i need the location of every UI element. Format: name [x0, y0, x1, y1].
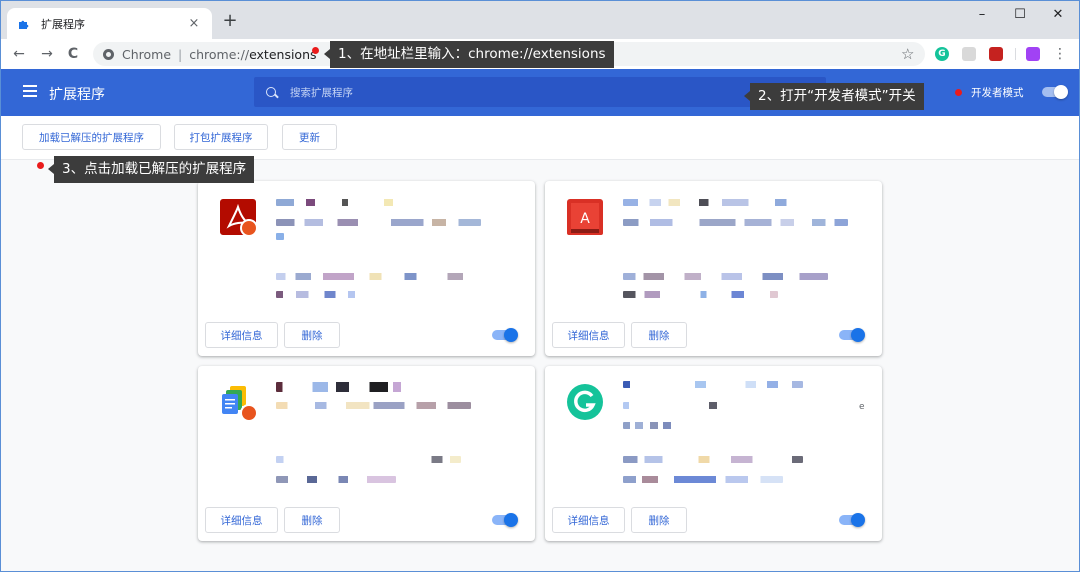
blurred-id	[276, 456, 461, 463]
tab-strip: 扩展程序 × + – ☐ ✕	[1, 1, 1079, 39]
dev-mode-label: 开发者模式	[971, 87, 1024, 99]
blurred-name	[623, 381, 803, 388]
remove-button[interactable]: 删除	[284, 507, 340, 533]
maximize-button[interactable]: ☐	[1001, 5, 1039, 25]
annotation-dot	[37, 162, 44, 169]
url-host: extensions	[249, 46, 317, 62]
blurred-description	[276, 402, 471, 409]
blurred-description	[623, 422, 673, 429]
blurred-id	[623, 456, 803, 463]
puzzle-icon	[17, 17, 31, 31]
details-button[interactable]: 详细信息	[205, 507, 278, 533]
grammarly-toolbar-icon[interactable]: G	[935, 47, 949, 61]
blurred-id	[623, 273, 828, 280]
annotation-step1: 1、在地址栏里输入：chrome://extensions	[324, 41, 614, 68]
details-button[interactable]: 详细信息	[552, 322, 625, 348]
url-scheme: chrome://	[189, 46, 250, 62]
minimize-button[interactable]: –	[963, 5, 1001, 25]
docs-offline-icon	[220, 384, 258, 422]
details-button[interactable]: 详细信息	[552, 507, 625, 533]
chrome-site-icon	[103, 48, 114, 60]
browser-window: 扩展程序 × + – ☐ ✕ ← → C Chrome | chrome://e…	[0, 0, 1080, 572]
pdf-reader-icon: A	[567, 199, 603, 235]
enable-toggle[interactable]	[839, 513, 865, 527]
blurred-name	[276, 382, 406, 392]
omnibox-separator: |	[178, 46, 183, 62]
back-button[interactable]: ←	[9, 44, 29, 64]
search-icon	[266, 87, 276, 97]
pdf-toolbar-icon[interactable]	[962, 47, 976, 61]
unpacked-badge-icon	[240, 404, 258, 422]
blurred-id	[276, 476, 396, 483]
tab-close-icon[interactable]: ×	[186, 16, 202, 31]
annotation-step2: 2、打开“开发者模式”开关	[744, 83, 924, 110]
reload-button[interactable]: C	[63, 44, 83, 64]
stray-text: e	[859, 402, 865, 412]
extension-card: 详细信息 删除	[198, 366, 535, 541]
new-tab-button[interactable]: +	[221, 12, 239, 30]
extension-card: e 详细信息 删除	[545, 366, 882, 541]
blurred-name	[276, 199, 426, 206]
blurred-id	[623, 291, 778, 298]
blurred-description	[623, 219, 848, 226]
site-label: Chrome	[122, 46, 172, 62]
tab-title: 扩展程序	[41, 17, 85, 31]
annotation-step3: 3、点击加载已解压的扩展程序	[47, 156, 255, 183]
remove-button[interactable]: 删除	[284, 322, 340, 348]
reader-toolbar-icon[interactable]	[989, 47, 1003, 61]
search-input[interactable]: 搜索扩展程序	[254, 77, 826, 107]
menu-dots-icon[interactable]: ⋮	[1053, 44, 1067, 64]
search-placeholder: 搜索扩展程序	[290, 86, 353, 99]
svg-text:A: A	[580, 211, 590, 227]
update-button[interactable]: 更新	[282, 124, 337, 150]
extension-card: 详细信息 删除	[198, 181, 535, 356]
acrobat-icon	[220, 199, 258, 237]
extension-card: A 详细信息 删除	[545, 181, 882, 356]
page-title: 扩展程序	[49, 87, 105, 103]
enable-toggle[interactable]	[492, 513, 518, 527]
details-button[interactable]: 详细信息	[205, 322, 278, 348]
toolbar-divider	[1015, 48, 1016, 60]
enable-toggle[interactable]	[839, 328, 865, 342]
bookmark-star-icon[interactable]: ☆	[901, 44, 914, 64]
blurred-id	[276, 291, 366, 298]
blurred-name	[623, 199, 813, 206]
forward-button[interactable]: →	[37, 44, 57, 64]
tab-extensions[interactable]: 扩展程序 ×	[7, 8, 212, 39]
close-window-button[interactable]: ✕	[1039, 5, 1077, 25]
remove-button[interactable]: 删除	[631, 322, 687, 348]
extension-toolbar-icon[interactable]	[1026, 47, 1040, 61]
annotation-dot	[955, 89, 962, 96]
developer-action-bar: 加载已解压的扩展程序 打包扩展程序 更新	[1, 116, 1079, 160]
blurred-id	[276, 273, 471, 280]
remove-button[interactable]: 删除	[631, 507, 687, 533]
pack-extension-button[interactable]: 打包扩展程序	[174, 124, 268, 150]
blurred-description	[276, 233, 284, 240]
grammarly-icon	[567, 384, 603, 420]
blurred-id	[623, 476, 783, 483]
hamburger-menu-icon[interactable]	[23, 85, 37, 97]
unpacked-badge-icon	[240, 219, 258, 237]
dev-mode-toggle[interactable]	[1042, 85, 1068, 99]
enable-toggle[interactable]	[492, 328, 518, 342]
annotation-dot	[312, 47, 319, 54]
blurred-description	[623, 402, 723, 409]
blurred-description	[276, 219, 481, 226]
load-unpacked-button[interactable]: 加载已解压的扩展程序	[22, 124, 161, 150]
